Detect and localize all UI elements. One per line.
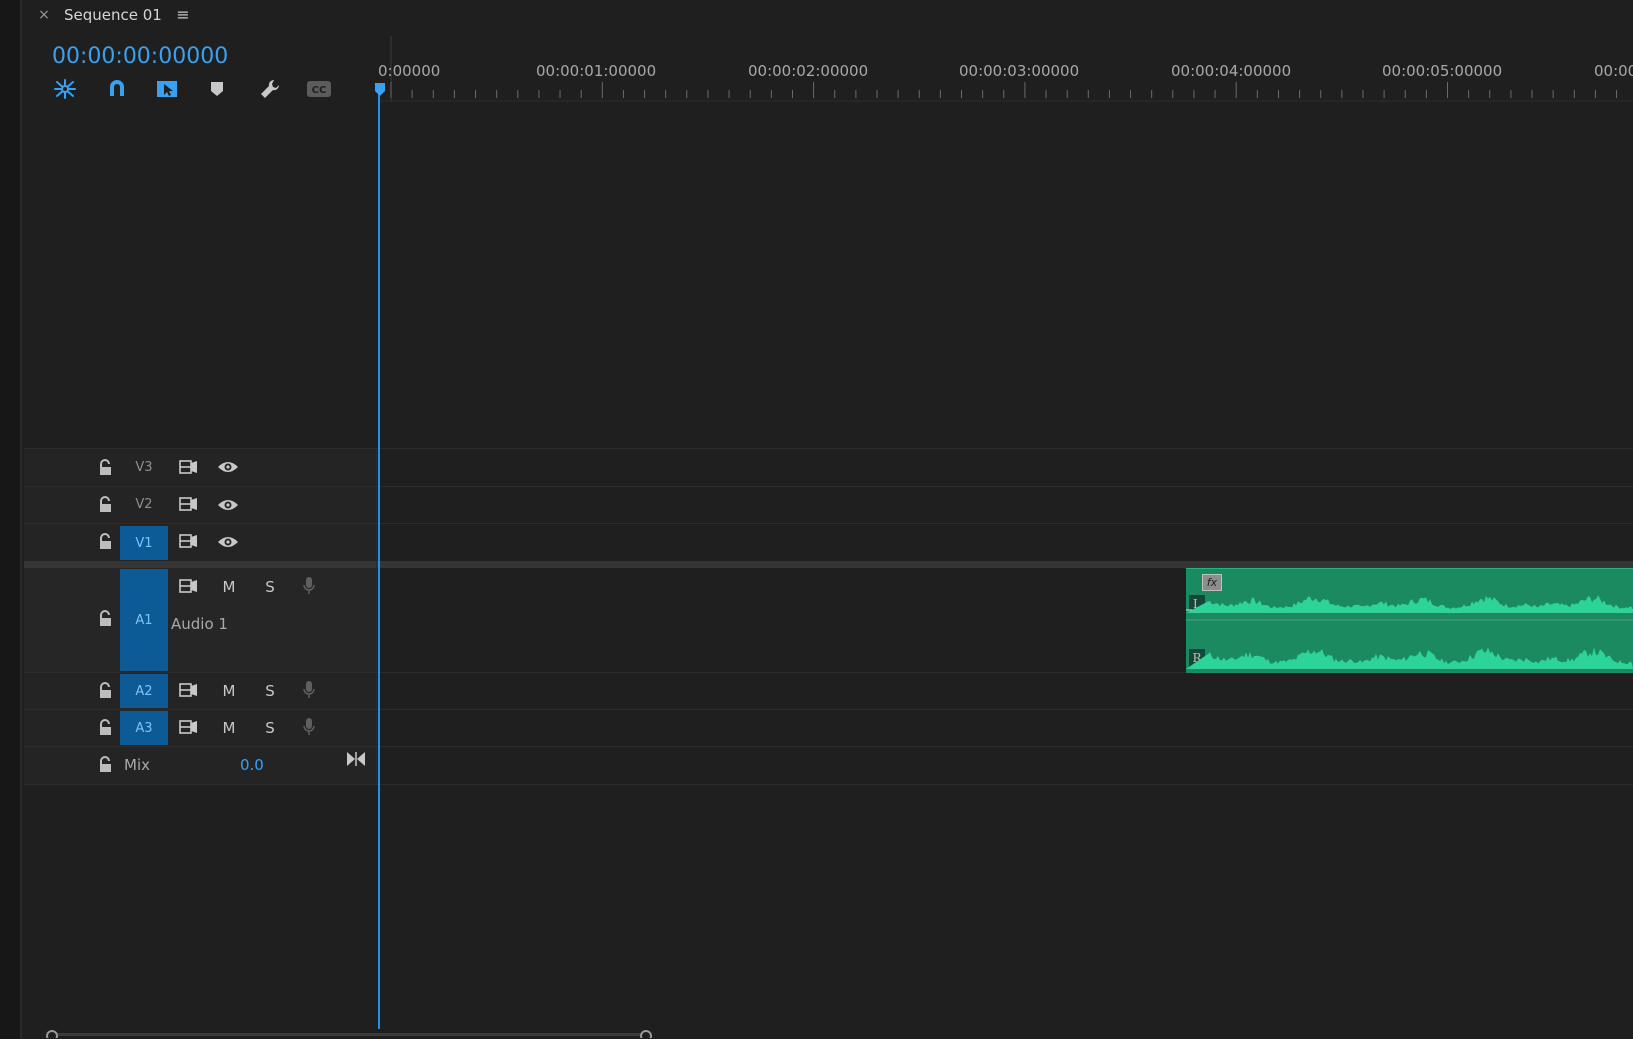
- close-tab-icon[interactable]: ×: [36, 5, 52, 25]
- toggle-output-eye-icon[interactable]: [217, 458, 239, 476]
- ruler-time-label: 00:00:05:00000: [1382, 62, 1503, 80]
- toggle-output-eye-icon[interactable]: [217, 496, 239, 514]
- sequence-tab-title[interactable]: Sequence 01: [64, 5, 162, 25]
- audio-waveform: [1186, 595, 1633, 669]
- track-target-a1[interactable]: A1: [120, 569, 168, 671]
- sync-lock-icon[interactable]: [177, 718, 199, 736]
- sync-lock-icon[interactable]: [177, 532, 199, 550]
- nest-sequences-icon[interactable]: [51, 76, 79, 102]
- playhead-line[interactable]: [378, 90, 380, 1029]
- ruler-time-label: 00:00:0: [1594, 62, 1633, 80]
- track-header-v1: [24, 524, 376, 561]
- mute-track-button[interactable]: M: [218, 682, 240, 700]
- ruler-time-label: 00:00:02:00000: [748, 62, 869, 80]
- header-boundary: [376, 448, 377, 785]
- track-header-a3: [24, 710, 376, 746]
- left-panel-edge: [0, 0, 22, 1039]
- track-header-v2: [24, 487, 376, 523]
- voice-over-record-icon[interactable]: [298, 681, 320, 699]
- lock-track-icon[interactable]: [97, 719, 113, 737]
- sync-lock-icon[interactable]: [177, 495, 199, 513]
- lock-track-icon[interactable]: [97, 496, 113, 514]
- track-target-v2[interactable]: V2: [120, 488, 168, 521]
- sync-lock-icon[interactable]: [177, 577, 199, 595]
- lock-track-icon[interactable]: [97, 610, 113, 628]
- solo-track-button[interactable]: S: [259, 578, 281, 596]
- voice-over-record-icon[interactable]: [298, 577, 320, 595]
- timeline-settings-wrench-icon[interactable]: [256, 76, 284, 102]
- track-target-a3[interactable]: A3: [120, 711, 168, 745]
- sync-lock-icon[interactable]: [177, 681, 199, 699]
- mix-track-label: Mix: [124, 756, 150, 774]
- ruler-time-label: 00:00:04:00000: [1171, 62, 1292, 80]
- ruler-time-label: 0:00000: [378, 62, 441, 80]
- mute-track-button[interactable]: M: [218, 719, 240, 737]
- track-target-v3[interactable]: V3: [120, 451, 168, 484]
- track-header-a2: [24, 673, 376, 709]
- track-divider: [24, 784, 1633, 785]
- track-header-mix: [24, 747, 376, 784]
- lock-track-icon[interactable]: [97, 682, 113, 700]
- voice-over-record-icon[interactable]: [298, 718, 320, 736]
- lock-track-icon[interactable]: [97, 756, 113, 774]
- solo-track-button[interactable]: S: [259, 719, 281, 737]
- solo-track-button[interactable]: S: [259, 682, 281, 700]
- sync-lock-icon[interactable]: [177, 458, 199, 476]
- lock-track-icon[interactable]: [97, 533, 113, 551]
- audio-clip[interactable]: fx L R: [1186, 568, 1633, 673]
- mix-track-expand-icon[interactable]: [345, 750, 367, 768]
- mute-track-button[interactable]: M: [218, 578, 240, 596]
- ruler-time-label: 00:00:01:00000: [536, 62, 657, 80]
- track-header-v3: [24, 449, 376, 486]
- lock-track-icon[interactable]: [97, 459, 113, 477]
- captions-cc-icon[interactable]: CC: [305, 76, 333, 102]
- snap-magnet-icon[interactable]: [103, 76, 131, 102]
- playhead-timecode[interactable]: 00:00:00:00000: [52, 42, 228, 72]
- playhead-handle-icon[interactable]: [375, 83, 385, 97]
- track-name-audio-1[interactable]: Audio 1: [171, 615, 228, 633]
- video-audio-separator[interactable]: [24, 561, 1633, 568]
- linked-selection-icon[interactable]: [153, 76, 181, 102]
- mix-volume-value[interactable]: 0.0: [240, 756, 264, 774]
- track-target-v1[interactable]: V1: [120, 526, 168, 560]
- ruler-time-label: 00:00:03:00000: [959, 62, 1080, 80]
- timeline-zoom-scrollbar[interactable]: [46, 1030, 652, 1038]
- add-marker-icon[interactable]: [203, 76, 231, 102]
- panel-menu-icon[interactable]: ≡: [175, 5, 191, 25]
- track-target-a2[interactable]: A2: [120, 674, 168, 708]
- toggle-output-eye-icon[interactable]: [217, 533, 239, 551]
- svg-text:CC: CC: [312, 85, 327, 96]
